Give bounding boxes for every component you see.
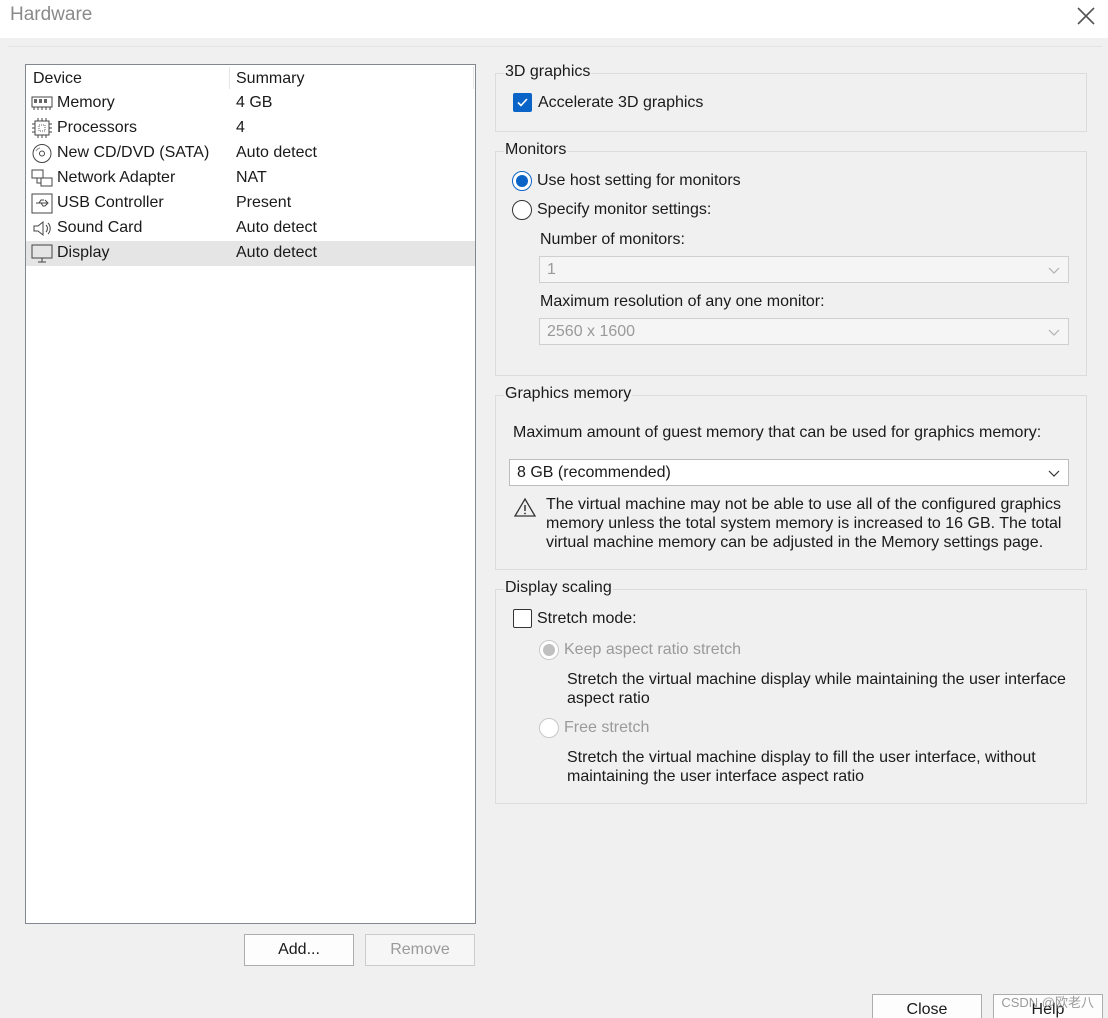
device-summary: Auto detect	[236, 144, 317, 161]
device-name: Processors	[57, 119, 138, 136]
free-stretch-description: Stretch the virtual machine display to f…	[567, 749, 1036, 766]
remove-device-button[interactable]: Remove	[365, 934, 475, 966]
device-row-display[interactable]: Display Auto detect	[26, 241, 475, 266]
device-row-cd-dvd[interactable]: New CD/DVD (SATA) Auto detect	[26, 141, 475, 166]
graphics-memory-warning-line: The virtual machine may not be able to u…	[546, 496, 1061, 513]
chevron-down-icon	[1048, 329, 1060, 336]
checkmark-icon	[517, 98, 528, 107]
keep-aspect-ratio-description: aspect ratio	[567, 690, 650, 707]
device-summary: 4	[236, 119, 245, 136]
max-resolution-label: Maximum resolution of any one monitor:	[540, 293, 825, 310]
device-summary: 4 GB	[236, 94, 273, 111]
select-value: 2560 x 1600	[547, 323, 636, 340]
device-summary: NAT	[236, 169, 267, 186]
speaker-icon	[31, 218, 53, 239]
processor-icon	[31, 118, 53, 139]
column-header-summary[interactable]: Summary	[236, 70, 304, 88]
device-summary: Auto detect	[236, 219, 317, 236]
device-summary: Present	[236, 194, 292, 211]
close-window-icon[interactable]	[1072, 2, 1100, 30]
graphics-memory-warning-line: memory unless the total system memory is…	[546, 515, 1062, 532]
device-row-processors[interactable]: Processors 4	[26, 116, 475, 141]
chevron-down-icon	[1048, 267, 1060, 274]
usb-icon	[31, 193, 53, 214]
stretch-mode-checkbox[interactable]	[513, 609, 532, 628]
select-value: 1	[547, 261, 556, 278]
keep-aspect-ratio-radio[interactable]	[539, 640, 559, 660]
number-of-monitors-select[interactable]: 1	[539, 256, 1069, 283]
column-divider[interactable]	[473, 67, 474, 89]
device-name: Network Adapter	[57, 169, 176, 186]
select-value: 8 GB (recommended)	[517, 464, 671, 481]
group-title: 3D graphics	[504, 63, 592, 81]
memory-icon	[31, 93, 53, 114]
device-name: USB Controller	[57, 194, 164, 211]
device-list[interactable]: Device Summary Memory 4 GB Processors 4 …	[25, 64, 476, 924]
close-button[interactable]: Close	[872, 994, 982, 1018]
free-stretch-label[interactable]: Free stretch	[564, 719, 649, 737]
device-name: Memory	[57, 94, 115, 111]
device-name: Display	[57, 244, 110, 261]
device-name: New CD/DVD (SATA)	[57, 144, 210, 161]
group-title: Monitors	[504, 141, 568, 159]
network-adapter-icon	[31, 168, 53, 189]
monitor-icon	[31, 243, 53, 264]
specify-monitors-label[interactable]: Specify monitor settings:	[537, 201, 711, 219]
graphics-memory-select[interactable]: 8 GB (recommended)	[509, 459, 1069, 486]
use-host-monitors-radio[interactable]	[512, 171, 532, 191]
device-row-usb-controller[interactable]: USB Controller Present	[26, 191, 475, 216]
warning-icon	[513, 497, 537, 517]
free-stretch-radio[interactable]	[539, 718, 559, 738]
number-of-monitors-label: Number of monitors:	[540, 231, 685, 248]
free-stretch-description: maintaining the user interface aspect ra…	[567, 768, 865, 785]
column-divider[interactable]	[229, 67, 230, 89]
device-summary: Auto detect	[236, 244, 317, 261]
chevron-down-icon	[1048, 470, 1060, 477]
specify-monitors-radio[interactable]	[512, 200, 532, 220]
graphics-memory-warning-line: virtual machine memory can be adjusted i…	[546, 534, 1044, 551]
add-device-button[interactable]: Add...	[244, 934, 354, 966]
column-header-device[interactable]: Device	[33, 70, 82, 88]
graphics-memory-label: Maximum amount of guest memory that can …	[513, 424, 1042, 441]
keep-aspect-ratio-description: Stretch the virtual machine display whil…	[567, 671, 1066, 688]
title-bar: Hardware	[0, 0, 1108, 38]
use-host-monitors-label[interactable]: Use host setting for monitors	[537, 172, 741, 190]
keep-aspect-ratio-label[interactable]: Keep aspect ratio stretch	[564, 641, 741, 659]
max-resolution-select[interactable]: 2560 x 1600	[539, 318, 1069, 345]
cd-dvd-icon	[31, 143, 53, 164]
device-list-header: Device Summary	[26, 65, 475, 91]
accelerate-3d-checkbox[interactable]	[513, 93, 532, 112]
device-row-sound-card[interactable]: Sound Card Auto detect	[26, 216, 475, 241]
device-row-network-adapter[interactable]: Network Adapter NAT	[26, 166, 475, 191]
watermark: CSDN @欧老八	[1001, 995, 1094, 1010]
group-title: Display scaling	[504, 579, 613, 597]
device-row-memory[interactable]: Memory 4 GB	[26, 91, 475, 116]
accelerate-3d-label[interactable]: Accelerate 3D graphics	[538, 94, 703, 112]
group-title: Graphics memory	[504, 385, 633, 403]
device-name: Sound Card	[57, 219, 143, 236]
stretch-mode-label[interactable]: Stretch mode:	[537, 610, 637, 628]
window-title: Hardware	[10, 4, 93, 25]
